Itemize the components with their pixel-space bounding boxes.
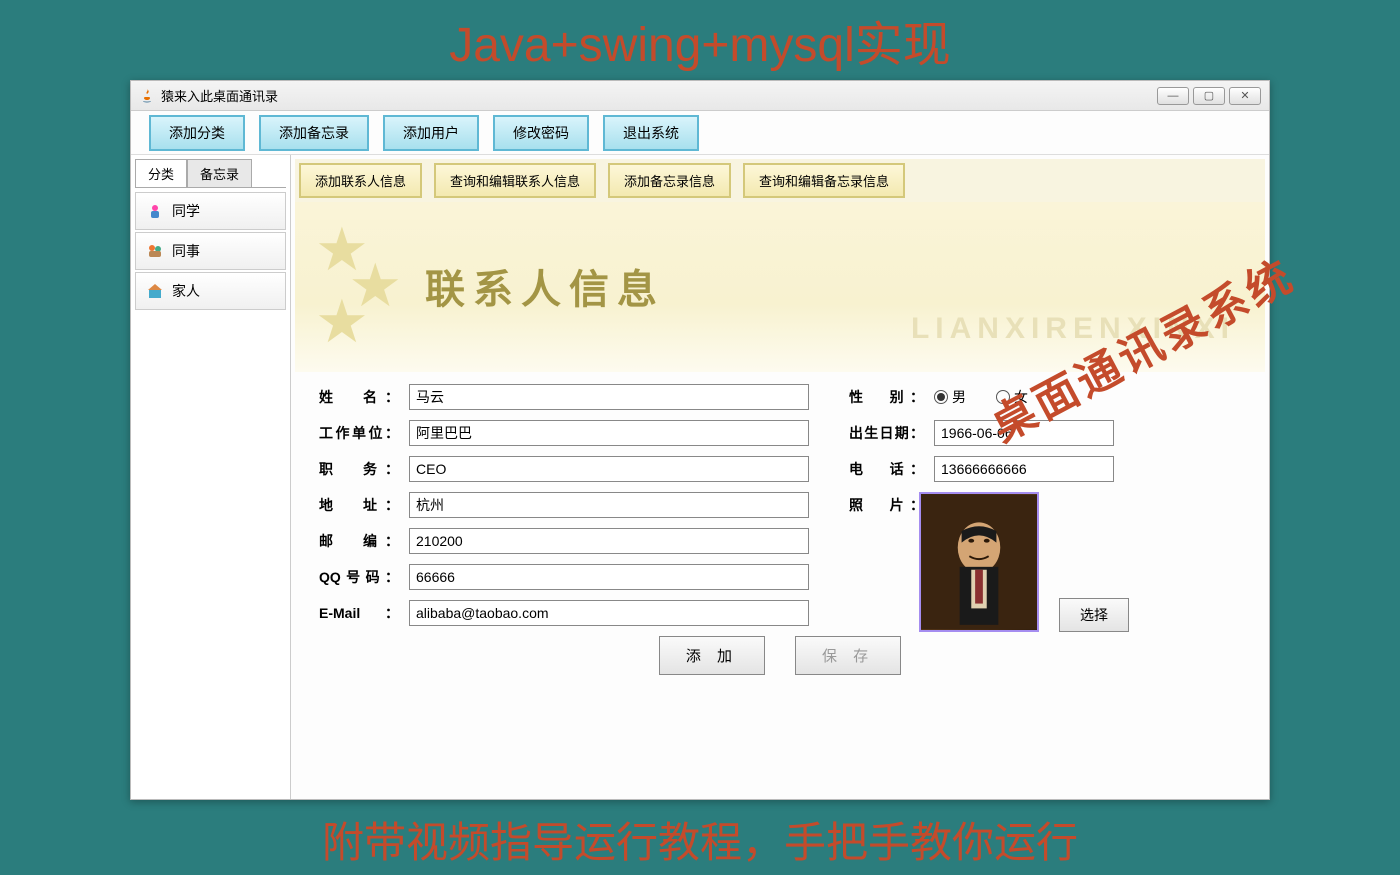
qq-input[interactable]	[409, 564, 809, 590]
add-category-button[interactable]: 添加分类	[149, 115, 245, 151]
email-label: E-Mail：	[319, 603, 399, 623]
query-contact-button[interactable]: 查询和编辑联系人信息	[434, 163, 596, 198]
zip-label: 邮 编：	[319, 531, 399, 551]
birth-label: 出生日期：	[849, 423, 924, 443]
maximize-button[interactable]: ▢	[1193, 87, 1225, 105]
qq-label: QQ号码：	[319, 567, 399, 587]
radio-label: 男	[952, 387, 966, 407]
name-input[interactable]	[409, 384, 809, 410]
select-photo-button[interactable]: 选择	[1059, 598, 1129, 632]
gender-label: 性 别：	[849, 387, 924, 407]
email-input[interactable]	[409, 600, 809, 626]
tab-memo[interactable]: 备忘录	[187, 159, 252, 187]
app-window: 猿来入此桌面通讯录 — ▢ ✕ 添加分类 添加备忘录 添加用户 修改密码 退出系…	[130, 80, 1270, 800]
save-button[interactable]: 保 存	[795, 636, 901, 675]
minimize-button[interactable]: —	[1157, 87, 1189, 105]
position-label: 职 务：	[319, 459, 399, 479]
sidebar: 分类 备忘录 同学 同事 家人	[131, 155, 291, 799]
add-user-button[interactable]: 添加用户	[383, 115, 479, 151]
add-memo-info-button[interactable]: 添加备忘录信息	[608, 163, 731, 198]
sidebar-item-label: 同事	[172, 241, 200, 261]
address-input[interactable]	[409, 492, 809, 518]
address-label: 地 址：	[319, 495, 399, 515]
page-header: Java+swing+mysql实现	[0, 0, 1400, 80]
name-label: 姓 名：	[319, 387, 399, 407]
banner-title: 联系人信息	[425, 257, 665, 315]
java-icon	[139, 88, 155, 104]
sidebar-item-family[interactable]: 家人	[135, 272, 286, 310]
zip-input[interactable]	[409, 528, 809, 554]
page-footer: 附带视频指导运行教程，手把手教你运行	[0, 809, 1400, 870]
query-memo-info-button[interactable]: 查询和编辑备忘录信息	[743, 163, 905, 198]
change-password-button[interactable]: 修改密码	[493, 115, 589, 151]
person-icon	[146, 202, 164, 220]
add-contact-button[interactable]: 添加联系人信息	[299, 163, 422, 198]
main-panel: 桌面通讯录系统 添加联系人信息 查询和编辑联系人信息 添加备忘录信息 查询和编辑…	[291, 155, 1269, 799]
add-memo-button[interactable]: 添加备忘录	[259, 115, 369, 151]
company-label: 工作单位：	[319, 423, 399, 443]
gender-male-radio[interactable]: 男	[934, 387, 966, 407]
contact-form: 姓 名： 性 别： 男 女 工作单位	[295, 372, 1265, 795]
exit-button[interactable]: 退出系统	[603, 115, 699, 151]
titlebar: 猿来入此桌面通讯录 — ▢ ✕	[131, 81, 1269, 111]
sidebar-item-classmate[interactable]: 同学	[135, 192, 286, 230]
home-icon	[146, 282, 164, 300]
main-toolbar: 添加分类 添加备忘录 添加用户 修改密码 退出系统	[131, 111, 1269, 155]
sidebar-item-colleague[interactable]: 同事	[135, 232, 286, 270]
sidebar-item-label: 同学	[172, 201, 200, 221]
photo-preview	[919, 492, 1039, 632]
sidebar-item-label: 家人	[172, 281, 200, 301]
people-icon	[146, 242, 164, 260]
phone-label: 电 话：	[849, 459, 924, 479]
position-input[interactable]	[409, 456, 809, 482]
window-title: 猿来入此桌面通讯录	[161, 86, 278, 105]
company-input[interactable]	[409, 420, 809, 446]
star-icon: ★ ★★	[315, 232, 402, 340]
add-button[interactable]: 添 加	[659, 636, 765, 675]
tab-category[interactable]: 分类	[135, 159, 187, 187]
phone-input[interactable]	[934, 456, 1114, 482]
photo-label: 照 片：	[849, 495, 924, 515]
close-button[interactable]: ✕	[1229, 87, 1261, 105]
radio-icon	[934, 390, 948, 404]
photo-image	[921, 494, 1037, 630]
sub-toolbar: 添加联系人信息 查询和编辑联系人信息 添加备忘录信息 查询和编辑备忘录信息	[295, 159, 1265, 202]
